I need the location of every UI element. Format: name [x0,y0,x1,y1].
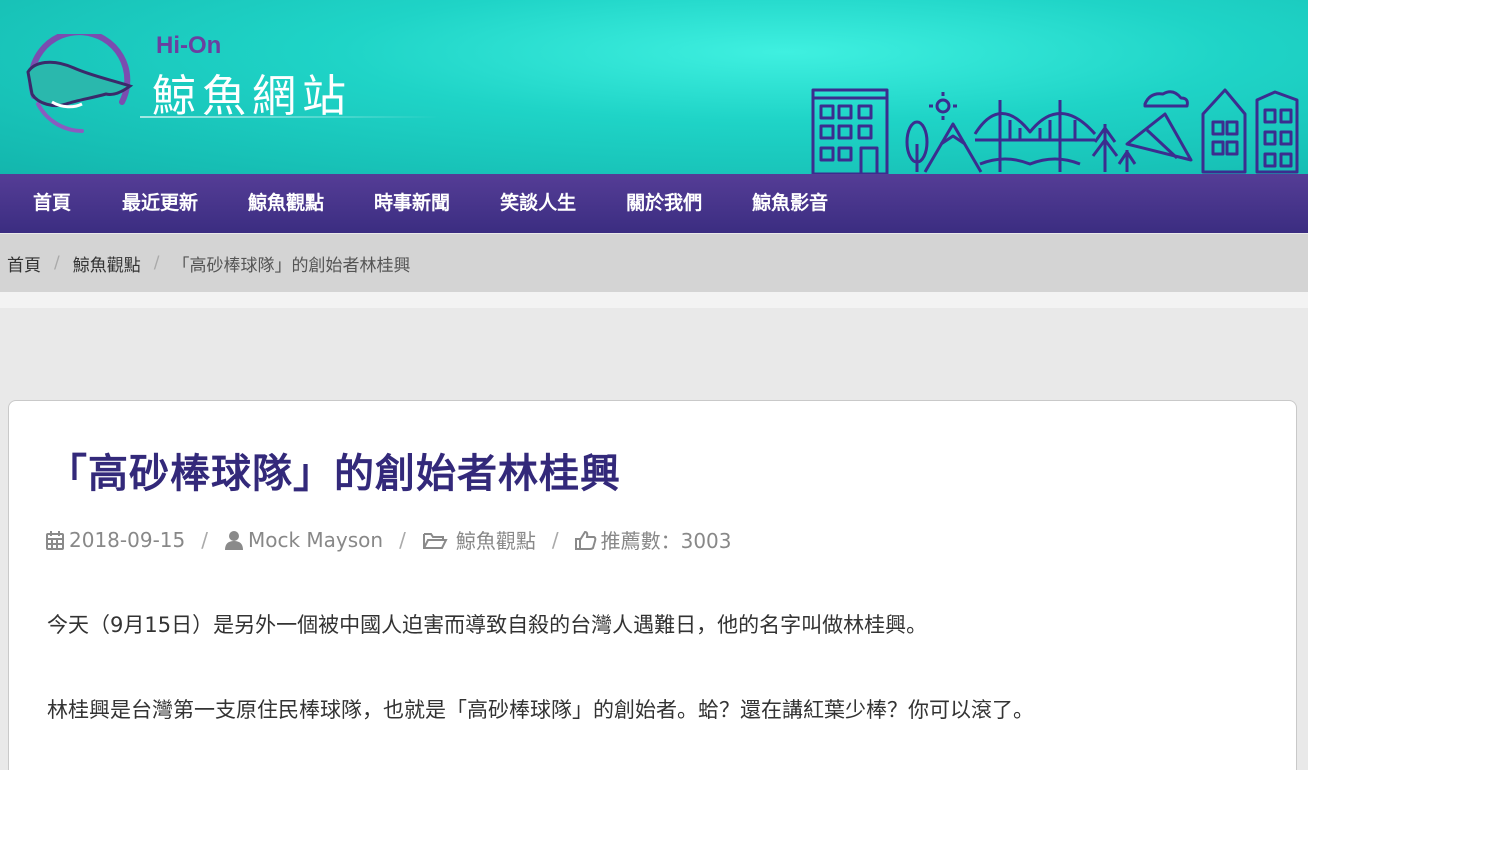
meta-separator: / [399,527,406,552]
main-nav: 首頁 最近更新 鯨魚觀點 時事新聞 笑談人生 關於我們 鯨魚影音 [0,174,1308,233]
calendar-icon [46,530,64,550]
nav-item-recent[interactable]: 最近更新 [122,174,198,233]
city-skyline-illustration [811,88,1299,174]
meta-category-text: 鯨魚觀點 [455,529,536,553]
article-paragraph: 林桂興是台灣第一支原住民棒球隊，也就是「高砂棒球隊」的創始者。蛤？還在講紅葉少棒… [47,698,1034,722]
nav-item-whale-views[interactable]: 鯨魚觀點 [248,174,324,233]
user-icon [224,530,243,550]
nav-item-news[interactable]: 時事新聞 [374,174,450,233]
article-meta: 2018-09-15 / Mock Mayson / 鯨魚觀點 / 推薦數：30… [45,525,732,554]
breadcrumb-shadow [0,292,1308,308]
breadcrumb: 首頁 / 鯨魚觀點 / 「高砂棒球隊」的創始者林桂興 [0,234,1308,292]
meta-category[interactable]: 鯨魚觀點 [422,525,536,554]
nav-item-home[interactable]: 首頁 [33,174,71,233]
meta-date-text: 2018-09-15 [69,527,186,552]
folder-icon [422,532,448,549]
breadcrumb-separator: / [153,253,160,273]
breadcrumb-separator: / [54,253,60,273]
meta-likes-text: 推薦數：3003 [600,529,732,553]
site-header: Hi-On 鯨魚網站 [0,0,1308,174]
meta-separator: / [201,527,208,552]
article-title: 「高砂棒球隊」的創始者林桂興 [47,451,621,497]
nav-item-humor[interactable]: 笑談人生 [500,174,576,233]
article-card: 「高砂棒球隊」的創始者林桂興 2018-09-15 / Mock Mayson … [8,400,1297,770]
article-paragraph: 今天（9月15日）是另外一個被中國人迫害而導致自殺的台灣人遇難日，他的名字叫做林… [47,613,928,637]
meta-likes[interactable]: 推薦數：3003 [574,525,732,554]
brand-divider [140,116,440,118]
nav-item-about[interactable]: 關於我們 [626,174,702,233]
meta-date: 2018-09-15 [45,528,185,552]
brand-title: 鯨魚網站 [152,71,352,122]
meta-separator: / [551,527,559,552]
breadcrumb-home[interactable]: 首頁 [7,251,41,276]
thumbs-up-icon [574,530,596,550]
meta-author[interactable]: Mock Mayson [224,528,383,552]
nav-item-video[interactable]: 鯨魚影音 [752,174,828,233]
page: Hi-On 鯨魚網站 首頁 最近更新 鯨魚觀點 時事新聞 笑談人生 關於我們 鯨… [0,0,1308,770]
brand-subtitle: Hi-On [156,32,222,59]
whale-logo-icon [26,34,134,133]
meta-author-text: Mock Mayson [247,527,384,552]
breadcrumb-current: 「高砂棒球隊」的創始者林桂興 [172,255,411,276]
breadcrumb-category[interactable]: 鯨魚觀點 [73,251,141,276]
